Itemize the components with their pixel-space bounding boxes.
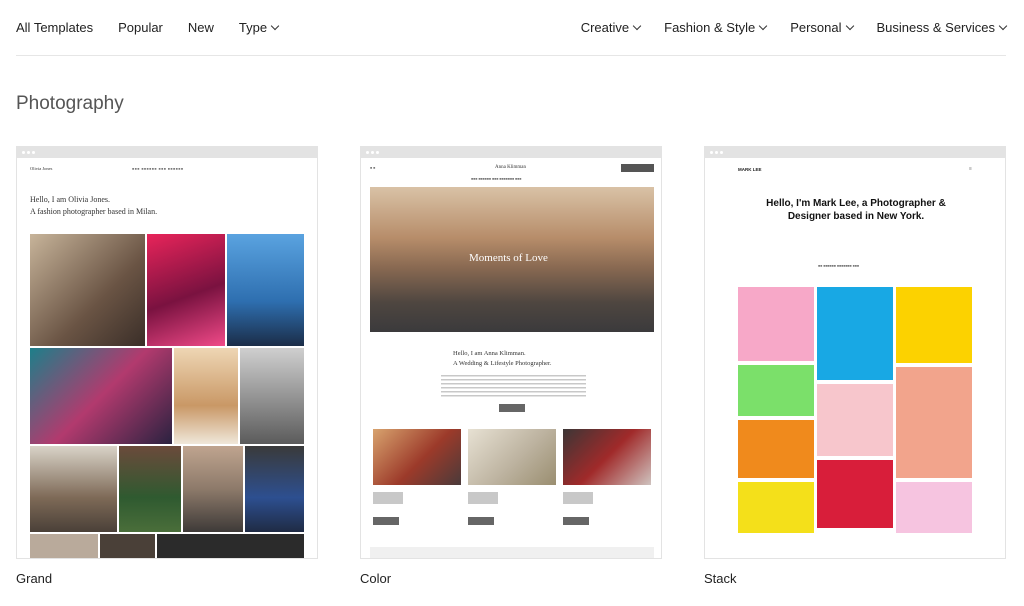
preview-site-name: Olivia Jones [30, 166, 53, 171]
nav-all-templates-label: All Templates [16, 20, 94, 35]
photo-thumbnail [373, 429, 461, 485]
photo-thumbnail [157, 534, 304, 558]
photo-thumbnail [30, 234, 145, 346]
template-name-stack[interactable]: Stack [704, 571, 737, 586]
preview-heading-line2: A fashion photographer based in Milan. [30, 207, 158, 216]
nav-all-templates[interactable]: All Templates [16, 20, 93, 35]
browser-titlebar [361, 147, 661, 158]
photo-thumbnail [245, 446, 304, 532]
nav-type-label: Type [238, 20, 268, 35]
preview-nav-links: ■■■ ■■■■■■ ■■■ ■■■■■■■ ■■■ [471, 177, 522, 181]
nav-creative-dropdown[interactable]: Creative [580, 20, 642, 35]
nav-popular-label: Popular [118, 20, 163, 35]
chevron-down-icon [632, 21, 642, 30]
browser-titlebar [705, 147, 1005, 158]
template-card-color[interactable]: ■ ■ Anna Klimman ■■■ ■■■■■■ ■■■ ■■■■■■■ … [360, 146, 662, 559]
nav-fashion-style-dropdown[interactable]: Fashion & Style [664, 20, 768, 35]
template-card-stack[interactable]: MARK LEE ≡ Hello, I'm Mark Lee, a Photog… [704, 146, 1006, 559]
preview-site-name: MARK LEE [738, 167, 762, 172]
nav-business-services-dropdown[interactable]: Business & Services [876, 20, 1008, 35]
photo-thumbnail [738, 365, 814, 416]
photo-thumbnail [119, 446, 181, 532]
nav-type-dropdown[interactable]: Type [238, 20, 280, 35]
photo-thumbnail [817, 384, 893, 456]
chevron-down-icon [845, 21, 854, 30]
photo-thumbnail [896, 367, 972, 478]
section-title: Photography [16, 93, 124, 114]
photo-thumbnail [468, 429, 556, 485]
preview-paragraph [441, 375, 586, 397]
chevron-down-icon [758, 21, 768, 30]
photo-thumbnail [896, 287, 972, 363]
preview-button [499, 404, 525, 412]
photo-thumbnail [183, 446, 243, 532]
photo-thumbnail [563, 429, 651, 485]
preview-button [468, 517, 494, 525]
preview-heading-line1: Hello, I am Anna Klimman. [453, 350, 526, 357]
preview-filter-tabs: ■■ ■■■■■■ ■■■■■■■ ■■■ [818, 264, 859, 268]
template-name-color[interactable]: Color [360, 571, 391, 586]
preview-button [373, 517, 399, 525]
preview-cta-button [621, 164, 654, 172]
nav-personal-label: Personal [790, 20, 842, 35]
photo-thumbnail [896, 482, 972, 533]
preview-captions [373, 492, 651, 504]
nav-left-group: All Templates Popular New Type [16, 20, 303, 35]
photo-thumbnail [30, 348, 172, 444]
preview-footer [370, 547, 654, 558]
photo-thumbnail [738, 287, 814, 361]
chevron-down-icon [270, 21, 280, 30]
nav-new-label: New [187, 20, 214, 35]
browser-titlebar [17, 147, 317, 158]
chevron-down-icon [998, 21, 1008, 30]
photo-thumbnail [174, 348, 238, 444]
preview-heading-line2: A Wedding & Lifestyle Photographer. [453, 360, 552, 367]
photo-thumbnail [100, 534, 155, 558]
photo-thumbnail [30, 534, 98, 558]
preview-heading-line1: Hello, I am Olivia Jones. [30, 195, 110, 204]
preview-menu-icons: ■ ■ [370, 166, 376, 170]
preview-nav-links: ■■■ ■■■■■■ ■■■ ■■■■■■ [132, 167, 184, 171]
preview-heading: Hello, I'm Mark Lee, a Photographer & De… [766, 198, 946, 222]
preview-menu-icon: ≡ [969, 166, 972, 172]
photo-thumbnail [147, 234, 225, 346]
nav-personal-dropdown[interactable]: Personal [790, 20, 854, 35]
preview-button [563, 517, 589, 525]
photo-thumbnail [817, 287, 893, 380]
nav-business-services-label: Business & Services [876, 20, 996, 35]
nav-popular[interactable]: Popular [118, 20, 163, 35]
preview-hero-text: Moments of Love [469, 252, 548, 264]
photo-thumbnail [817, 460, 893, 528]
top-nav: All Templates Popular New Type Creative … [16, 0, 1008, 56]
photo-thumbnail [227, 234, 304, 346]
preview-site-name: Anna Klimman [495, 165, 526, 170]
photo-thumbnail [738, 420, 814, 478]
nav-new[interactable]: New [188, 20, 214, 35]
template-name-grand[interactable]: Grand [16, 571, 52, 586]
photo-thumbnail [30, 446, 117, 532]
nav-creative-label: Creative [580, 20, 630, 35]
photo-thumbnail [240, 348, 304, 444]
photo-thumbnail [738, 482, 814, 533]
nav-right-group: Creative Fashion & Style Personal Busine… [557, 20, 1008, 35]
template-card-grand[interactable]: Olivia Jones ■■■ ■■■■■■ ■■■ ■■■■■■ Hello… [16, 146, 318, 559]
nav-fashion-style-label: Fashion & Style [664, 20, 756, 35]
